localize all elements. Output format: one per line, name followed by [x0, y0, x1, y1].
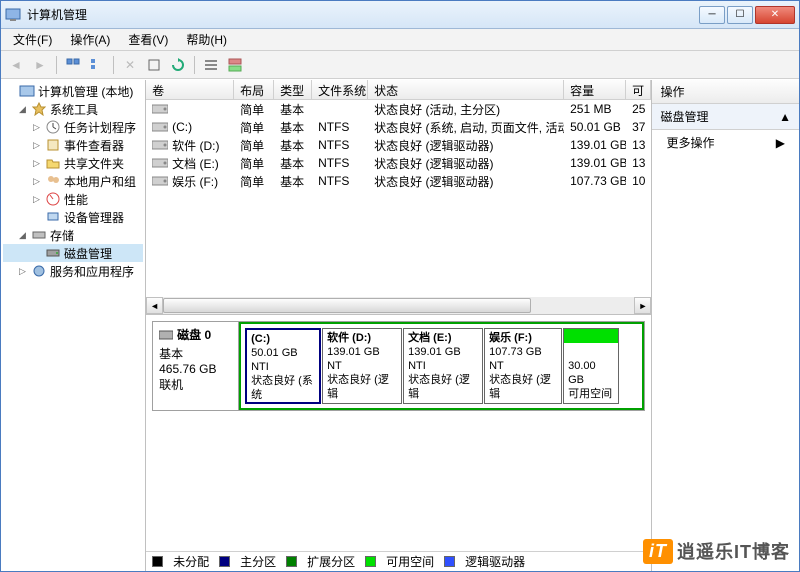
volume-row[interactable]: 文档 (E:)简单基本NTFS状态良好 (逻辑驱动器)139.01 GB13 [146, 154, 651, 172]
vol-name: (C:) [172, 120, 192, 134]
view-small-button[interactable] [86, 54, 108, 76]
partition[interactable]: (C:)50.01 GB NTI状态良好 (系统 [245, 328, 321, 404]
scroll-right-button[interactable]: ► [634, 297, 651, 314]
view-map-button[interactable] [224, 54, 246, 76]
col-free[interactable]: 可 [626, 80, 651, 99]
volume-row[interactable]: (C:)简单基本NTFS状态良好 (系统, 启动, 页面文件, 活动, 主分区)… [146, 118, 651, 136]
partitions-container: (C:)50.01 GB NTI状态良好 (系统软件 (D:)139.01 GB… [239, 322, 644, 410]
disk-map: 磁盘 0 基本 465.76 GB 联机 (C:)50.01 GB NTI状态良… [146, 315, 651, 551]
scroll-left-button[interactable]: ◄ [146, 297, 163, 314]
tree-root[interactable]: 计算机管理 (本地) [3, 82, 143, 100]
tree-label: 事件查看器 [64, 137, 124, 154]
partition[interactable]: 30.00 GB可用空间 [563, 328, 619, 404]
tree-storage[interactable]: ◢存储 [3, 226, 143, 244]
legend: 未分配 主分区 扩展分区 可用空间 逻辑驱动器 [146, 551, 651, 571]
tree-shared[interactable]: ▷共享文件夹 [3, 154, 143, 172]
col-type[interactable]: 类型 [274, 80, 312, 99]
disk-row[interactable]: 磁盘 0 基本 465.76 GB 联机 (C:)50.01 GB NTI状态良… [152, 321, 645, 411]
menu-file[interactable]: 文件(F) [5, 29, 60, 50]
view-list-button[interactable] [200, 54, 222, 76]
legend-extended-swatch [286, 556, 297, 567]
actions-section[interactable]: 磁盘管理 ▲ [652, 104, 799, 130]
tree-label: 服务和应用程序 [50, 263, 134, 280]
disk-state: 联机 [159, 376, 232, 393]
vol-name: 娱乐 (F:) [172, 173, 218, 190]
partition[interactable]: 文档 (E:)139.01 GB NTI状态良好 (逻辑 [403, 328, 483, 404]
vol-name: 软件 (D:) [172, 137, 219, 154]
legend-primary-swatch [219, 556, 230, 567]
volume-row[interactable]: 简单基本状态良好 (活动, 主分区)251 MB25 [146, 100, 651, 118]
horizontal-scrollbar[interactable]: ◄ ► [146, 297, 651, 314]
volume-row[interactable]: 软件 (D:)简单基本NTFS状态良好 (逻辑驱动器)139.01 GB13 [146, 136, 651, 154]
col-volume[interactable]: 卷 [146, 80, 234, 99]
more-actions[interactable]: 更多操作 ▶ [652, 130, 799, 155]
tree-task[interactable]: ▷任务计划程序 [3, 118, 143, 136]
tree-label: 存储 [50, 227, 74, 244]
menu-action[interactable]: 操作(A) [62, 29, 118, 50]
delete-button[interactable]: ✕ [119, 54, 141, 76]
legend-primary: 主分区 [240, 553, 276, 570]
col-layout[interactable]: 布局 [234, 80, 274, 99]
volume-list: 卷 布局 类型 文件系统 状态 容量 可 简单基本状态良好 (活动, 主分区)2… [146, 80, 651, 315]
menu-help[interactable]: 帮助(H) [178, 29, 235, 50]
legend-logical: 逻辑驱动器 [465, 553, 525, 570]
tree-services[interactable]: ▷服务和应用程序 [3, 262, 143, 280]
tree-perf[interactable]: ▷性能 [3, 190, 143, 208]
tree-label: 任务计划程序 [64, 119, 136, 136]
main-panel: 卷 布局 类型 文件系统 状态 容量 可 简单基本状态良好 (活动, 主分区)2… [146, 80, 652, 571]
actions-section-label: 磁盘管理 [660, 108, 708, 125]
tree-users[interactable]: ▷本地用户和组 [3, 172, 143, 190]
legend-extended: 扩展分区 [307, 553, 355, 570]
titlebar: 计算机管理 ─ ☐ ✕ [1, 1, 799, 29]
menu-view[interactable]: 查看(V) [120, 29, 176, 50]
col-fs[interactable]: 文件系统 [312, 80, 368, 99]
disk-size: 465.76 GB [159, 362, 232, 376]
legend-unalloc-swatch [152, 556, 163, 567]
volume-row[interactable]: 娱乐 (F:)简单基本NTFS状态良好 (逻辑驱动器)107.73 GB10 [146, 172, 651, 190]
tree-label: 磁盘管理 [64, 245, 112, 262]
properties-button[interactable] [143, 54, 165, 76]
forward-button[interactable]: ► [29, 54, 51, 76]
menubar: 文件(F) 操作(A) 查看(V) 帮助(H) [1, 29, 799, 51]
back-button[interactable]: ◄ [5, 54, 27, 76]
tree-diskmgmt[interactable]: 磁盘管理 [3, 244, 143, 262]
disk-info: 磁盘 0 基本 465.76 GB 联机 [153, 322, 239, 410]
view-large-button[interactable] [62, 54, 84, 76]
tree-panel: 计算机管理 (本地) ◢系统工具 ▷任务计划程序 ▷事件查看器 ▷共享文件夹 ▷… [1, 80, 146, 571]
minimize-button[interactable]: ─ [699, 6, 725, 24]
chevron-right-icon: ▶ [776, 136, 785, 150]
tree-root-label: 计算机管理 (本地) [38, 83, 133, 100]
tree-label: 设备管理器 [64, 209, 124, 226]
tree-devmgr[interactable]: 设备管理器 [3, 208, 143, 226]
partition[interactable]: 软件 (D:)139.01 GB NT状态良好 (逻辑 [322, 328, 402, 404]
disk-type: 基本 [159, 345, 232, 362]
tree-label: 共享文件夹 [64, 155, 124, 172]
toolbar: ◄ ► ✕ [1, 51, 799, 79]
vol-name: 文档 (E:) [172, 155, 219, 172]
tree-systools[interactable]: ◢系统工具 [3, 100, 143, 118]
app-icon [5, 7, 21, 23]
legend-unalloc: 未分配 [173, 553, 209, 570]
actions-header: 操作 [652, 80, 799, 104]
col-capacity[interactable]: 容量 [564, 80, 626, 99]
legend-free-swatch [365, 556, 376, 567]
col-status[interactable]: 状态 [368, 80, 564, 99]
disk-label: 磁盘 0 [177, 326, 211, 343]
more-actions-label: 更多操作 [666, 134, 714, 151]
collapse-icon: ▲ [779, 110, 791, 124]
tree-label: 本地用户和组 [64, 173, 136, 190]
legend-logical-swatch [444, 556, 455, 567]
volume-header: 卷 布局 类型 文件系统 状态 容量 可 [146, 80, 651, 100]
partition[interactable]: 娱乐 (F:)107.73 GB NT状态良好 (逻辑 [484, 328, 562, 404]
maximize-button[interactable]: ☐ [727, 6, 753, 24]
refresh-button[interactable] [167, 54, 189, 76]
close-button[interactable]: ✕ [755, 6, 795, 24]
window-title: 计算机管理 [27, 6, 699, 23]
tree-label: 性能 [64, 191, 88, 208]
tree-event[interactable]: ▷事件查看器 [3, 136, 143, 154]
legend-free: 可用空间 [386, 553, 434, 570]
tree-label: 系统工具 [50, 101, 98, 118]
actions-panel: 操作 磁盘管理 ▲ 更多操作 ▶ [652, 80, 799, 571]
